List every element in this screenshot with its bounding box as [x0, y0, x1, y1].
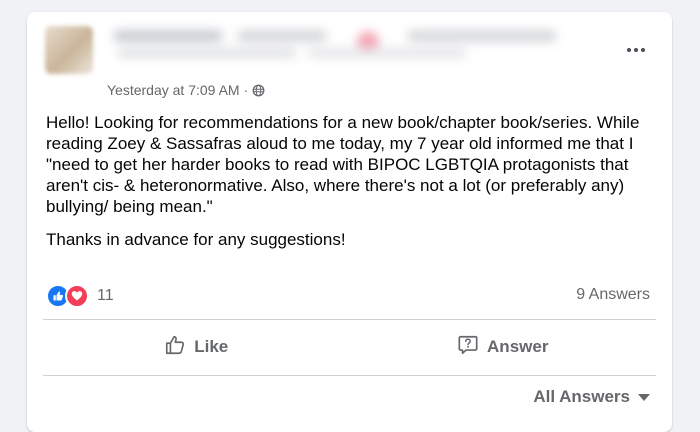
all-answers-label: All Answers: [533, 387, 630, 406]
reaction-count: 11: [97, 287, 114, 304]
post-header: Yesterday at 7:09 AM ·: [27, 12, 672, 102]
answers-count-link[interactable]: 9 Answers: [576, 286, 650, 304]
action-bar: Like Answer: [43, 324, 656, 370]
reaction-summary[interactable]: 11: [46, 284, 114, 308]
love-icon: [65, 284, 89, 308]
divider: [43, 319, 656, 320]
post-body: Hello! Looking for recommendations for a…: [46, 112, 666, 262]
answer-label: Answer: [487, 337, 549, 356]
globe-icon: [252, 84, 265, 97]
post-meta: Yesterday at 7:09 AM ·: [107, 82, 265, 98]
avatar[interactable]: [45, 26, 93, 74]
like-label: Like: [194, 337, 229, 356]
like-button[interactable]: Like: [43, 324, 350, 370]
thumbs-up-icon: [164, 334, 194, 361]
answer-button[interactable]: Answer: [350, 324, 657, 370]
caret-down-icon: [638, 393, 650, 401]
question-bubble-icon: [457, 334, 487, 361]
post-card: Yesterday at 7:09 AM · Hello! Looking fo…: [27, 12, 672, 432]
divider: [43, 375, 656, 376]
all-answers-dropdown[interactable]: All Answers: [533, 387, 650, 407]
meta-separator: ·: [243, 82, 249, 98]
post-timestamp[interactable]: Yesterday at 7:09 AM: [107, 82, 240, 98]
post-paragraph: Hello! Looking for recommendations for a…: [46, 113, 640, 216]
post-paragraph: Thanks in advance for any suggestions!: [46, 230, 346, 249]
blurred-author-name: [107, 26, 587, 64]
more-options-icon[interactable]: [624, 38, 648, 62]
